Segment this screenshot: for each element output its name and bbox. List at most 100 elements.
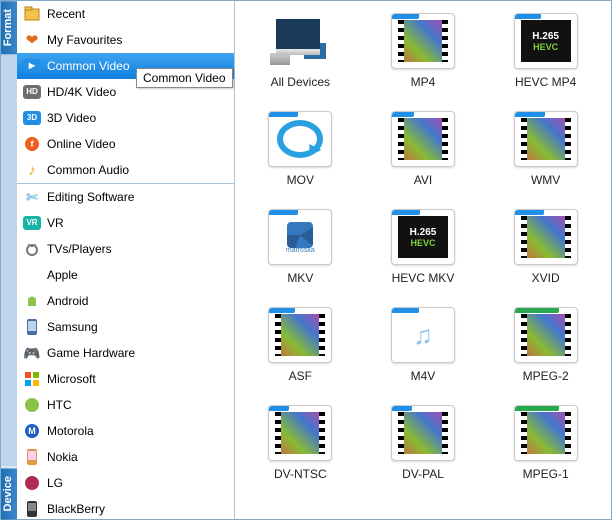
filmstrip-icon (275, 314, 325, 356)
recent-icon (23, 5, 41, 23)
sidebar-item-label: Android (47, 294, 228, 308)
sidebar-device-android[interactable]: Android (17, 288, 234, 314)
format-thumb: DV (391, 405, 455, 461)
format-tile-dv-pal[interactable]: DVDV-PAL (363, 405, 483, 481)
format-thumb: AVI (391, 111, 455, 167)
format-badge: WMV (514, 111, 545, 117)
format-tile-mkv[interactable]: MKVmatroskaMKV (240, 209, 360, 285)
sidebar-format-3d-video[interactable]: 3D3D Video (17, 105, 234, 131)
format-tile-hevc-mkv[interactable]: MKVH.265HEVC HEVC MKV (363, 209, 483, 285)
sidebar-device-vr[interactable]: VRVR (17, 210, 234, 236)
device-category-list[interactable]: ✄Editing SoftwareVRVR TVs/Players Apple And… (17, 184, 234, 519)
blackberry-icon (23, 500, 41, 518)
sidebar-item-label: Game Hardware (47, 346, 228, 360)
sidebar-item-label: Common Audio (47, 163, 228, 177)
format-tile-m4v[interactable]: M4V♫M4V (363, 307, 483, 383)
sidebar-device-lg[interactable]: LG (17, 470, 234, 496)
format-thumb: MP4 (391, 13, 455, 69)
format-tile-xvid[interactable]: XVID XVID (486, 209, 606, 285)
music-note-icon: ♫ (400, 316, 446, 354)
sidebar-device-microsoft[interactable]: Microsoft (17, 366, 234, 392)
format-tile-mov[interactable]: MOV MOV (240, 111, 360, 187)
format-badge: MKV (391, 209, 420, 215)
format-grid[interactable]: All Devices MP4 MP4 MP4H.265HEVCHEVC MP4 MOV… (235, 1, 611, 519)
hevc-icon: H.265HEVC (521, 20, 571, 62)
format-tile-mpeg2[interactable]: MPEG-2MPEG-2 (486, 307, 606, 383)
format-tile-mp4[interactable]: MP4 MP4 (363, 13, 483, 89)
filmstrip-icon (398, 412, 448, 454)
format-tile-label: MOV (287, 173, 314, 187)
format-thumb: MPEG-1 (514, 405, 578, 461)
format-tile-label: WMV (531, 173, 560, 187)
sidebar-item-label: LG (47, 476, 228, 490)
sidebar-device-editing-software[interactable]: ✄Editing Software (17, 184, 234, 210)
sidebar-device-htc[interactable]: HTC (17, 392, 234, 418)
sidebar-item-label: Nokia (47, 450, 228, 464)
format-tile-label: XVID (532, 271, 560, 285)
sidebar-item-label: Common Video (47, 59, 228, 73)
format-tile-mpeg1[interactable]: MPEG-1 MPEG-1 (486, 405, 606, 481)
sidebar-device-apple[interactable]: Apple (17, 262, 234, 288)
tv-icon (23, 240, 41, 258)
audio-icon: ♪ (23, 161, 41, 179)
format-tile-wmv[interactable]: WMV WMV (486, 111, 606, 187)
commonvideo-icon: ▶ (23, 57, 41, 75)
format-thumb: XVID (514, 209, 578, 265)
sidebar-format-common-audio[interactable]: ♪ Common Audio (17, 157, 234, 183)
format-badge: MOV (268, 111, 298, 117)
format-tile-hevc-mp4[interactable]: MP4H.265HEVCHEVC MP4 (486, 13, 606, 89)
sidebar-device-game-hardware[interactable]: 🎮 Game Hardware (17, 340, 234, 366)
format-badge: DV (268, 405, 289, 411)
format-badge: AVI (391, 111, 414, 117)
filmstrip-icon (521, 118, 571, 160)
format-tile-avi[interactable]: AVI AVI (363, 111, 483, 187)
format-tile-label: ASF (289, 369, 312, 383)
format-tile-asf[interactable]: ASFASF (240, 307, 360, 383)
format-category-list[interactable]: Recent❤My Favourites ▶ Common Video HDHD/4K… (17, 1, 234, 184)
tab-spacer (1, 54, 17, 465)
format-thumb (268, 13, 332, 69)
format-tile-label: AVI (414, 173, 432, 187)
sidebar-item-label: Online Video (47, 137, 228, 151)
sidebar-format-favourites[interactable]: ❤My Favourites (17, 27, 234, 53)
format-tile-label: MP4 (411, 75, 436, 89)
format-tile-dv-ntsc[interactable]: DVDV-NTSC (240, 405, 360, 481)
tab-format[interactable]: Format (1, 1, 17, 54)
sidebar-device-tvs-players[interactable]: TVs/Players (17, 236, 234, 262)
apple-icon (23, 266, 41, 284)
sidebar-item-label: Apple (47, 268, 228, 282)
format-thumb: MPEG-2 (514, 307, 578, 363)
format-tile-label: MPEG-1 (523, 467, 569, 481)
filmstrip-icon (521, 412, 571, 454)
format-badge: MPEG-2 (514, 307, 559, 313)
filmstrip-icon (521, 314, 571, 356)
tab-device[interactable]: Device (1, 468, 17, 519)
sidebar-device-nokia[interactable]: Nokia (17, 444, 234, 470)
sidebar-format-common-video[interactable]: ▶ Common Video (17, 53, 234, 79)
3d-icon: 3D (23, 109, 41, 127)
format-tile-label: HEVC MKV (392, 271, 455, 285)
devices-icon (268, 13, 332, 69)
filmstrip-icon (521, 216, 571, 258)
format-thumb: MKVmatroska (268, 209, 332, 265)
filmstrip-icon (275, 412, 325, 454)
gamepad-icon: 🎮 (23, 344, 41, 362)
sidebar-format-hd-4k-video[interactable]: HDHD/4K Video (17, 79, 234, 105)
editing-icon: ✄ (23, 188, 41, 206)
sidebar-item-label: TVs/Players (47, 242, 228, 256)
heart-icon: ❤ (23, 31, 41, 49)
hevc-icon: H.265HEVC (398, 216, 448, 258)
sidebar-device-blackberry[interactable]: BlackBerry (17, 496, 234, 519)
sidebar-device-motorola[interactable]: MMotorola (17, 418, 234, 444)
sidebar-device-samsung[interactable]: Samsung (17, 314, 234, 340)
sidebar-item-label: Microsoft (47, 372, 228, 386)
format-tile-all-devices[interactable]: All Devices (240, 13, 360, 89)
format-thumb: M4V♫ (391, 307, 455, 363)
format-thumb: WMV (514, 111, 578, 167)
sidebar-format-recent[interactable]: Recent (17, 1, 234, 27)
format-badge: MP4 (391, 13, 419, 19)
filmstrip-icon (398, 118, 448, 160)
htc-icon (23, 396, 41, 414)
sidebar-format-online-video[interactable]: fOnline Video (17, 131, 234, 157)
samsung-icon (23, 318, 41, 336)
